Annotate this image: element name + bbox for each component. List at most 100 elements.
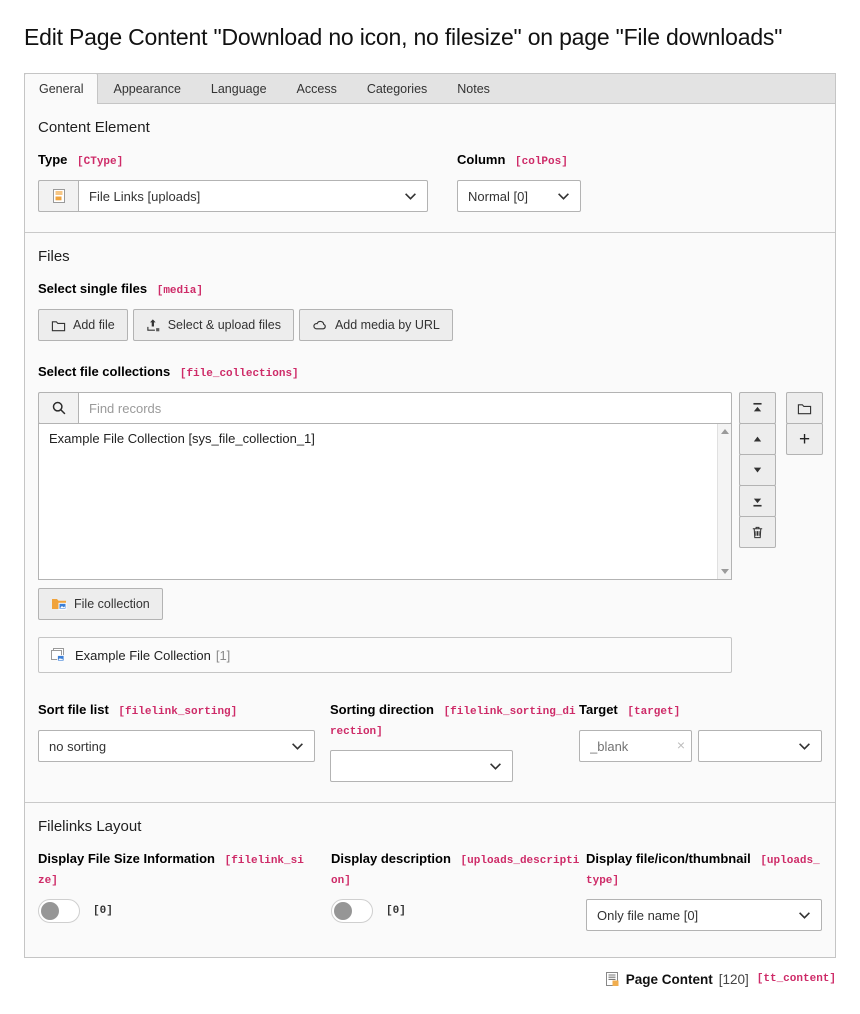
field-label: Sort file list xyxy=(38,702,109,717)
file-collection-button[interactable]: File collection xyxy=(38,588,163,620)
uploads-type-select[interactable]: Only file name [0] xyxy=(586,899,822,931)
media-buttons: Add file Select & upload files Add media… xyxy=(38,309,822,341)
field-label: Sorting direction xyxy=(330,702,434,717)
field-colpos: Column [colPos] Normal [0] xyxy=(457,151,607,212)
field-label: Display File Size Information xyxy=(38,851,215,866)
record-tabbar: General Appearance Language Access Categ… xyxy=(24,73,836,104)
file-collections-listbox[interactable]: Example File Collection [sys_file_collec… xyxy=(38,423,732,580)
field-uploads-type: Display file/icon/thumbnail [uploads_typ… xyxy=(586,850,822,931)
tab-appearance[interactable]: Appearance xyxy=(98,73,195,103)
field-label: Type xyxy=(38,152,67,167)
field-code: [file_collections] xyxy=(180,368,299,380)
record-title: Example File Collection xyxy=(75,648,211,663)
filesize-toggle[interactable] xyxy=(38,899,80,923)
move-to-bottom-button[interactable] xyxy=(739,485,776,517)
plus-icon: + xyxy=(799,430,810,449)
find-records-input[interactable] xyxy=(78,392,732,424)
section-heading: Files xyxy=(38,248,822,265)
remove-selected-button[interactable] xyxy=(739,516,776,548)
tab-access[interactable]: Access xyxy=(282,73,352,103)
move-to-top-button[interactable] xyxy=(739,392,776,424)
description-toggle[interactable] xyxy=(331,899,373,923)
listbox-scrollbar[interactable] xyxy=(717,424,731,579)
content-element-uploads-icon xyxy=(51,188,67,204)
move-down-button[interactable] xyxy=(739,454,776,486)
trash-icon xyxy=(750,525,765,540)
tab-categories[interactable]: Categories xyxy=(352,73,442,103)
triangle-down-icon xyxy=(751,464,764,477)
record-count: [1] xyxy=(216,648,230,663)
edit-record-page: Edit Page Content "Download no icon, no … xyxy=(0,24,860,987)
filelink-sorting-select[interactable]: no sorting xyxy=(38,730,315,762)
scroll-down-icon[interactable] xyxy=(721,569,729,574)
field-code: [media] xyxy=(157,285,203,297)
tab-content-panel: Content Element Type [CType] xyxy=(24,104,836,958)
colpos-select[interactable]: Normal [0] xyxy=(457,180,581,212)
list-item[interactable]: Example File Collection [sys_file_collec… xyxy=(39,424,731,453)
folder-icon xyxy=(797,401,812,416)
record-search-group xyxy=(38,392,732,424)
record-table-code: [tt_content] xyxy=(757,973,836,985)
select-upload-files-button[interactable]: Select & upload files xyxy=(133,309,294,341)
move-to-top-icon xyxy=(751,402,764,415)
field-ctype: Type [CType] File Links [uploads] xyxy=(38,151,428,212)
tab-label: Appearance xyxy=(113,82,180,96)
field-code: [target] xyxy=(627,706,680,718)
search-icon xyxy=(51,400,67,416)
chevron-down-icon xyxy=(557,192,570,201)
record-info-footer: Page Content [120] [tt_content] xyxy=(24,971,836,987)
select-value: Only file name [0] xyxy=(597,908,698,923)
page-title: Edit Page Content "Download no icon, no … xyxy=(24,24,836,51)
ctype-select[interactable]: File Links [uploads] xyxy=(78,180,428,212)
field-label: Display description xyxy=(331,851,451,866)
field-filelink-sorting: Sort file list [filelink_sorting] no sor… xyxy=(38,701,315,782)
select-value: File Links [uploads] xyxy=(89,189,200,204)
tab-label: Notes xyxy=(457,82,490,96)
sorting-direction-select[interactable] xyxy=(330,750,513,782)
tab-language[interactable]: Language xyxy=(196,73,282,103)
move-to-bottom-icon xyxy=(751,495,764,508)
toggle-value: [0] xyxy=(93,905,113,917)
search-icon-box[interactable] xyxy=(38,392,78,424)
section-content-element: Content Element Type [CType] xyxy=(25,104,835,232)
list-move-buttons xyxy=(739,392,776,548)
tab-general[interactable]: General xyxy=(24,73,98,104)
chevron-down-icon xyxy=(798,911,811,920)
new-record-button-row: File collection xyxy=(38,588,822,620)
triangle-up-icon xyxy=(751,433,764,446)
list-browse-buttons: + xyxy=(786,392,823,548)
select-value: Normal [0] xyxy=(468,189,528,204)
clear-icon[interactable]: × xyxy=(677,737,685,753)
field-filelink-size: Display File Size Information [filelink_… xyxy=(38,850,308,931)
field-label: Column xyxy=(457,152,505,167)
chevron-down-icon xyxy=(404,192,417,201)
field-collections-label: Select file collections [file_collection… xyxy=(38,363,822,383)
record-uid: [120] xyxy=(719,972,749,987)
record-type-label: Page Content xyxy=(626,972,713,987)
scroll-up-icon[interactable] xyxy=(721,429,729,434)
add-file-button[interactable]: Add file xyxy=(38,309,128,341)
chevron-down-icon xyxy=(291,742,304,751)
field-code: [colPos] xyxy=(515,156,568,168)
field-target: Target [target] × xyxy=(579,701,822,782)
tab-label: Access xyxy=(297,82,337,96)
field-label: Select single files xyxy=(38,281,147,296)
section-heading: Filelinks Layout xyxy=(38,818,822,835)
tab-notes[interactable]: Notes xyxy=(442,73,505,103)
upload-icon xyxy=(146,318,161,333)
section-filelinks-layout: Filelinks Layout Display File Size Infor… xyxy=(25,802,835,957)
field-media-label: Select single files [media] xyxy=(38,280,822,300)
selected-collection-record[interactable]: Example File Collection [1] xyxy=(38,637,732,673)
select-value: no sorting xyxy=(49,739,106,754)
add-media-by-url-button[interactable]: Add media by URL xyxy=(299,309,453,341)
chevron-down-icon xyxy=(798,742,811,751)
button-label: Add file xyxy=(73,318,115,332)
field-sorting-direction: Sorting direction [filelink_sorting_dire… xyxy=(330,701,579,782)
field-label: Target xyxy=(579,702,618,717)
move-up-button[interactable] xyxy=(739,423,776,455)
add-record-button[interactable]: + xyxy=(786,423,823,455)
target-select[interactable] xyxy=(698,730,822,762)
browse-records-button[interactable] xyxy=(786,392,823,424)
target-input[interactable] xyxy=(579,730,692,762)
target-input-wrap: × xyxy=(579,730,692,762)
